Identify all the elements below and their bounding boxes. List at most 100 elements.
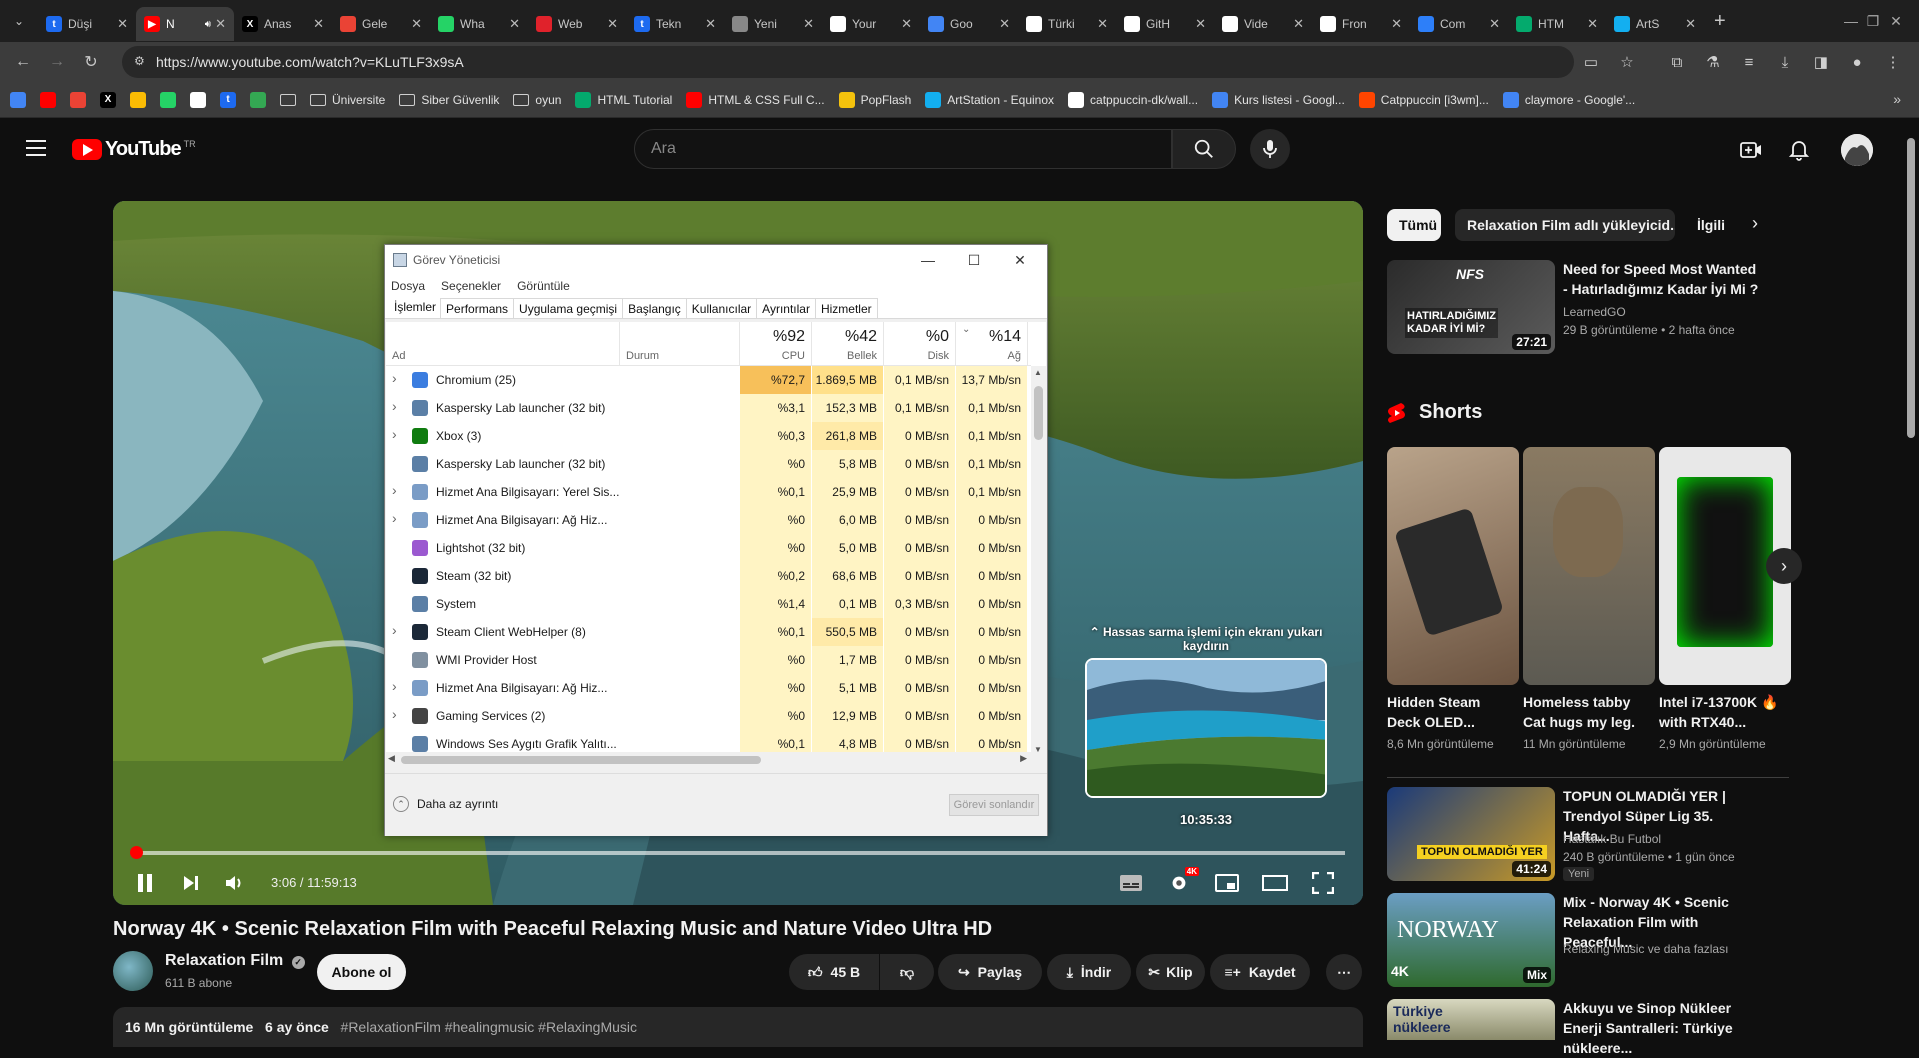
browser-tab[interactable]: Web ✕	[528, 7, 626, 41]
bookmark-item[interactable]: X	[100, 91, 116, 108]
related-thumbnail-3[interactable]: NORWAY 4K Mix	[1387, 893, 1555, 987]
process-row[interactable]: System %1,4 0,1 MB 0,3 MB/sn 0 Mb/sn	[386, 590, 1031, 618]
clip-button[interactable]: ✂ Klip	[1136, 954, 1205, 990]
column-disk[interactable]: %0 Disk	[884, 322, 956, 366]
short-title-3[interactable]: Intel i7-13700K 🔥 with RTX40...	[1659, 692, 1787, 732]
related-thumbnail-4[interactable]: Türkiye nükleere	[1387, 999, 1555, 1040]
related-title-4[interactable]: Akkuyu ve Sinop Nükleer Enerji Santralle…	[1563, 998, 1763, 1058]
expand-chevron-icon[interactable]: ›	[392, 426, 397, 442]
tm-tab[interactable]: Performans	[440, 298, 515, 318]
miniplayer-button[interactable]	[1209, 865, 1245, 901]
tm-maximize-icon[interactable]: ☐	[951, 245, 997, 275]
menu-options[interactable]: Seçenekler	[441, 279, 501, 293]
close-tab-icon[interactable]: ✕	[607, 16, 618, 32]
browser-tab[interactable]: t Düşi ✕	[38, 7, 136, 41]
process-row[interactable]: WMI Provider Host %0 1,7 MB 0 MB/sn 0 Mb/sn	[386, 646, 1031, 674]
notifications-bell-icon[interactable]	[1781, 132, 1817, 168]
close-tab-icon[interactable]: ✕	[215, 16, 226, 32]
process-row[interactable]: Lightshot (32 bit) %0 5,0 MB 0 MB/sn 0 Mb/sn	[386, 534, 1031, 562]
task-manager-titlebar[interactable]: Görev Yöneticisi — ☐ ✕	[385, 245, 1047, 275]
related-channel-2[interactable]: Hastalık Bu Futbol	[1563, 830, 1661, 848]
browser-tab[interactable]: ArtS ✕	[1606, 7, 1704, 41]
bookmark-item[interactable]: Kurs listesi - Googl...	[1212, 91, 1345, 108]
tm-tab[interactable]: Ayrıntılar	[756, 298, 816, 318]
bookmark-item[interactable]	[160, 91, 176, 108]
forward-icon[interactable]: →	[40, 47, 74, 77]
browser-tab[interactable]: X Anas ✕	[234, 7, 332, 41]
description-box[interactable]: 16 Mn görüntüleme 6 ay önce #RelaxationF…	[113, 1007, 1363, 1047]
shorts-next-button[interactable]: ›	[1766, 548, 1802, 584]
related-title-1[interactable]: Need for Speed Most Wanted - Hatırladığı…	[1563, 259, 1763, 299]
bookmark-item[interactable]: Siber Güvenlik	[399, 93, 499, 107]
like-button[interactable]: 👍︎ 45 B	[789, 954, 879, 990]
cast-icon[interactable]: ▭	[1575, 46, 1607, 78]
column-name[interactable]: Ad	[386, 322, 620, 366]
close-tab-icon[interactable]: ✕	[313, 16, 324, 32]
browser-tab[interactable]: Yeni ✕	[724, 7, 822, 41]
more-bookmarks-icon[interactable]: »	[1893, 91, 1901, 107]
task-manager-window[interactable]: Görev Yöneticisi — ☐ ✕ Dosya Seçenekler …	[384, 244, 1048, 836]
process-row[interactable]: Kaspersky Lab launcher (32 bit) %0 5,8 MB 0…	[386, 450, 1031, 478]
bookmark-item[interactable]: PopFlash	[838, 91, 911, 108]
process-row[interactable]: › Hizmet Ana Bilgisayarı: Yerel Sis... %0,…	[386, 478, 1031, 506]
download-button[interactable]: ⤓ İndir	[1047, 954, 1131, 990]
column-status[interactable]: Durum	[620, 322, 740, 366]
menu-view[interactable]: Görüntüle	[517, 279, 570, 293]
chip-related[interactable]: İlgili	[1685, 209, 1737, 241]
voice-search-button[interactable]	[1250, 129, 1290, 169]
bookmark-item[interactable]: oyun	[513, 93, 561, 107]
short-title-2[interactable]: Homeless tabby Cat hugs my leg.	[1523, 692, 1651, 732]
bookmark-item[interactable]	[250, 91, 266, 108]
bookmark-item[interactable]	[70, 91, 86, 108]
subtitles-button[interactable]	[1113, 865, 1149, 901]
bookmark-item[interactable]: catppuccin-dk/wall...	[1068, 91, 1198, 108]
page-scrollbar[interactable]	[1903, 118, 1919, 1040]
bookmark-item[interactable]: HTML & CSS Full C...	[686, 91, 825, 108]
process-row[interactable]: › Gaming Services (2) %0 12,9 MB 0 MB/sn 0 Mb…	[386, 702, 1031, 730]
bookmark-item[interactable]: ArtStation - Equinox	[925, 91, 1054, 108]
volume-button[interactable]	[217, 865, 253, 901]
browser-tab[interactable]: Fron ✕	[1312, 7, 1410, 41]
expand-chevron-icon[interactable]: ›	[392, 706, 397, 722]
browser-tab[interactable]: t Tekn ✕	[626, 7, 724, 41]
expand-chevron-icon[interactable]: ›	[392, 510, 397, 526]
close-tab-icon[interactable]: ✕	[901, 16, 912, 32]
bookmark-item[interactable]	[40, 91, 56, 108]
search-button[interactable]	[1172, 129, 1236, 169]
account-avatar[interactable]	[1841, 134, 1873, 166]
tm-tab[interactable]: Hizmetler	[814, 298, 878, 318]
tm-tab[interactable]: Kullanıcılar	[685, 298, 758, 318]
process-row[interactable]: Steam (32 bit) %0,2 68,6 MB 0 MB/sn 0 Mb/sn	[386, 562, 1031, 590]
subscribe-button[interactable]: Abone ol	[317, 954, 406, 990]
process-row[interactable]: › Steam Client WebHelper (8) %0,1 550,5 MB 0…	[386, 618, 1031, 646]
chip-all[interactable]: Tümü	[1387, 209, 1441, 241]
tm-close-icon[interactable]: ✕	[997, 245, 1043, 275]
downloads-icon[interactable]: ⤓	[1769, 46, 1801, 78]
close-tab-icon[interactable]: ✕	[117, 16, 128, 32]
bookmark-item[interactable]	[130, 91, 146, 108]
youtube-logo[interactable]: YouTube TR	[72, 138, 196, 161]
close-tab-icon[interactable]: ✕	[1097, 16, 1108, 32]
expand-chevron-icon[interactable]: ›	[392, 370, 397, 386]
column-network[interactable]: ⌄ %14 Ağ	[956, 322, 1028, 366]
browser-tab[interactable]: Goo ✕	[920, 7, 1018, 41]
process-row[interactable]: › Xbox (3) %0,3 261,8 MB 0 MB/sn 0,1 Mb/sn	[386, 422, 1031, 450]
process-row[interactable]: › Hizmet Ana Bilgisayarı: Ağ Hiz... %0 5,1 …	[386, 674, 1031, 702]
address-bar[interactable]: ⚙ https://www.youtube.com/watch?v=KLuTLF…	[122, 46, 1574, 78]
new-tab-button[interactable]: +	[1714, 10, 1726, 33]
close-tab-icon[interactable]: ✕	[1391, 16, 1402, 32]
close-tab-icon[interactable]: ✕	[1587, 16, 1598, 32]
progress-bar[interactable]	[130, 846, 1345, 859]
expand-chevron-icon[interactable]: ›	[392, 398, 397, 414]
short-thumbnail-2[interactable]	[1523, 447, 1655, 685]
close-tab-icon[interactable]: ✕	[1489, 16, 1500, 32]
bookmark-star-icon[interactable]: ☆	[1611, 46, 1643, 78]
close-tab-icon[interactable]: ✕	[803, 16, 814, 32]
hashtags[interactable]: #RelaxationFilm #healingmusic #RelaxingM…	[341, 1019, 637, 1035]
bookmark-item[interactable]: t	[220, 91, 236, 108]
pause-button[interactable]	[127, 865, 163, 901]
tm-tab[interactable]: Uygulama geçmişi	[513, 298, 624, 318]
process-row[interactable]: › Chromium (25) %72,7 1.869,5 MB 0,1 MB/sn 13…	[386, 366, 1031, 394]
more-actions-button[interactable]: ⋯	[1326, 954, 1362, 990]
bookmark-item[interactable]	[10, 91, 26, 108]
